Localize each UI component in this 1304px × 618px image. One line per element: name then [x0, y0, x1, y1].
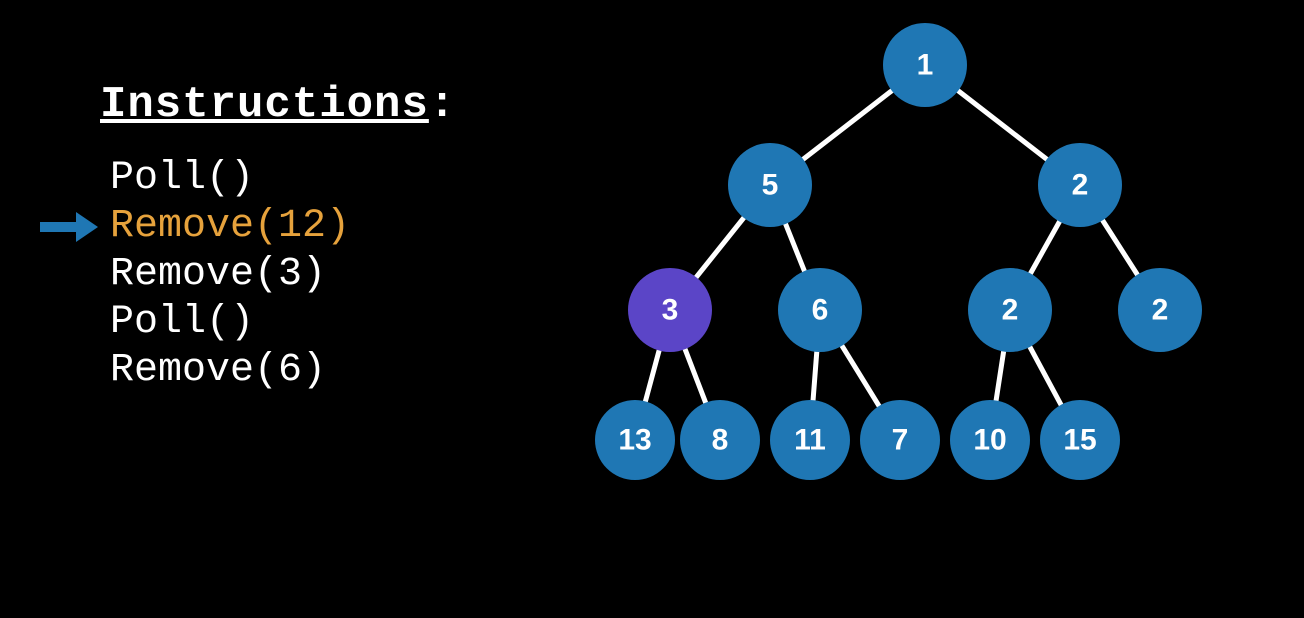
- tree-node: 3: [628, 268, 712, 352]
- tree-node-value: 2: [1072, 169, 1089, 202]
- tree-edge: [685, 349, 706, 402]
- tree-node-value: 3: [662, 294, 679, 327]
- heap-tree: 15236221381171015: [520, 10, 1280, 530]
- instruction-row: Remove(6): [110, 347, 350, 395]
- tree-edge: [645, 351, 659, 402]
- tree-edge: [1103, 220, 1138, 274]
- tree-node: 6: [778, 268, 862, 352]
- tree-edge: [696, 218, 744, 277]
- diagram-stage: Instructions: Poll()Remove(12)Remove(3)P…: [0, 0, 1304, 618]
- tree-node: 5: [728, 143, 812, 227]
- tree-node-value: 1: [917, 49, 934, 82]
- tree-node: 8: [680, 400, 760, 480]
- tree-edge: [1030, 347, 1061, 405]
- tree-edge: [813, 352, 817, 400]
- current-instruction-arrow-icon: [38, 203, 98, 251]
- tree-node-value: 6: [812, 294, 829, 327]
- instructions-list: Poll()Remove(12)Remove(3)Poll()Remove(6): [110, 155, 350, 395]
- tree-edge: [842, 346, 879, 406]
- tree-edge: [996, 352, 1004, 401]
- tree-node-value: 7: [892, 424, 909, 457]
- tree-node: 10: [950, 400, 1030, 480]
- tree-node: 2: [1118, 268, 1202, 352]
- tree-node-value: 2: [1002, 294, 1019, 327]
- tree-node-value: 15: [1063, 424, 1096, 457]
- tree-node: 11: [770, 400, 850, 480]
- tree-node: 2: [968, 268, 1052, 352]
- tree-node: 7: [860, 400, 940, 480]
- instruction-row: Poll(): [110, 299, 350, 347]
- instruction-row: Remove(3): [110, 251, 350, 299]
- tree-edge: [1031, 222, 1060, 274]
- instructions-heading-suffix: :: [429, 80, 456, 130]
- tree-edge: [958, 91, 1047, 160]
- tree-edge: [803, 91, 892, 160]
- tree-node: 2: [1038, 143, 1122, 227]
- tree-node: 13: [595, 400, 675, 480]
- tree-node-value: 5: [762, 169, 779, 202]
- tree-edge: [786, 224, 805, 271]
- instructions-heading-underlined: Instructions: [100, 80, 429, 130]
- tree-node-value: 10: [973, 424, 1006, 457]
- tree-node-value: 8: [712, 424, 729, 457]
- tree-node-value: 11: [794, 424, 826, 457]
- tree-node: 15: [1040, 400, 1120, 480]
- instructions-heading: Instructions:: [100, 80, 456, 130]
- instruction-row: Remove(12): [110, 203, 350, 251]
- tree-node-value: 13: [618, 424, 651, 457]
- tree-node-value: 2: [1152, 294, 1169, 327]
- tree-node: 1: [883, 23, 967, 107]
- instruction-row: Poll(): [110, 155, 350, 203]
